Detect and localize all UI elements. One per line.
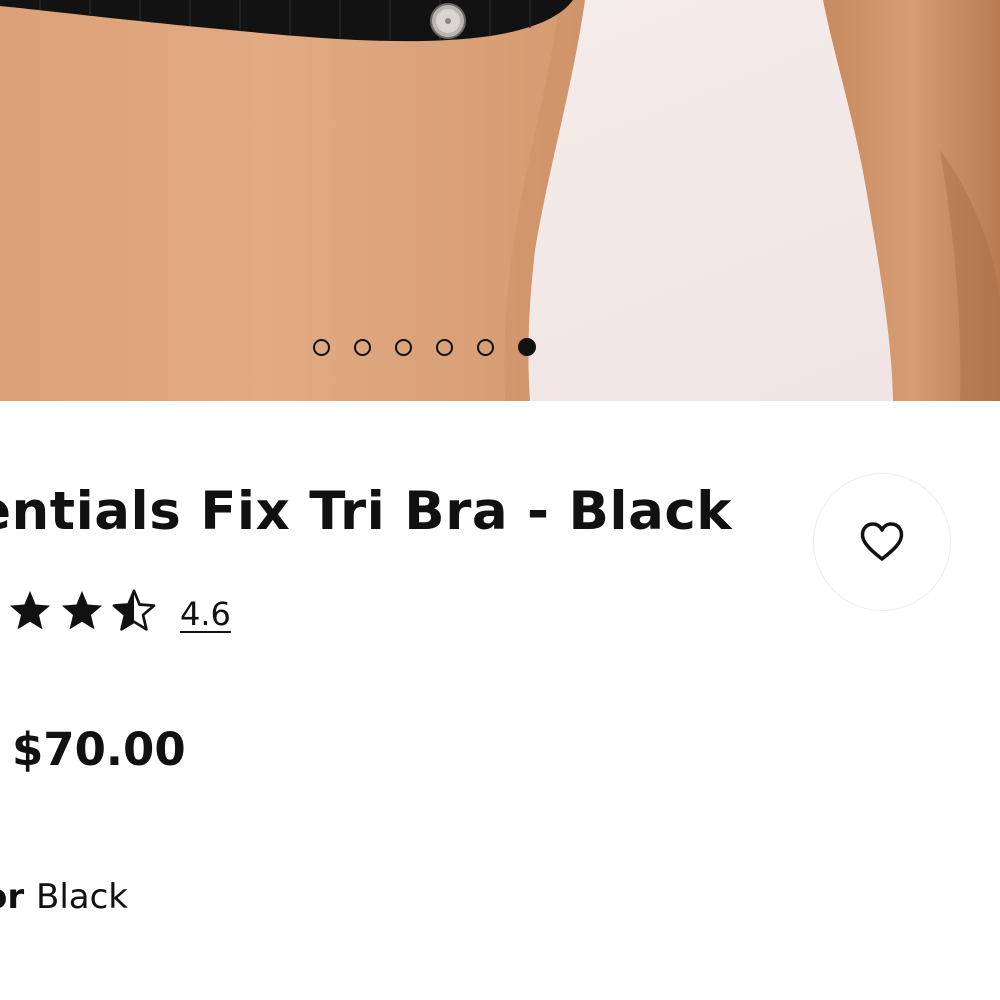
star-full-icon	[61, 590, 103, 630]
carousel-dot-3[interactable]	[395, 338, 412, 356]
product-price: $70.00	[12, 723, 186, 776]
star-partial-icon	[112, 589, 156, 631]
color-value: Black	[36, 877, 128, 917]
star-rating	[0, 588, 163, 634]
carousel-dot-6-active[interactable]	[518, 338, 536, 356]
carousel-dots	[313, 338, 536, 356]
selected-color: Color Black	[0, 874, 128, 920]
carousel-dot-1[interactable]	[313, 338, 330, 356]
carousel-dot-4[interactable]	[436, 338, 453, 356]
carousel-dot-5[interactable]	[477, 338, 494, 356]
wishlist-button[interactable]	[813, 473, 951, 611]
carousel-dot-2[interactable]	[354, 338, 371, 356]
product-page: Essentials Fix Tri Bra - Black 4.6 $70.0…	[0, 0, 1000, 1000]
color-label: Color	[0, 877, 25, 917]
heart-icon	[860, 522, 904, 561]
rating-value-link[interactable]: 4.6	[180, 594, 231, 634]
product-title: Essentials Fix Tri Bra - Black	[0, 481, 732, 542]
star-full-icon	[9, 590, 51, 630]
product-image-gallery[interactable]	[0, 0, 1000, 401]
star-full-icon	[0, 588, 1, 634]
